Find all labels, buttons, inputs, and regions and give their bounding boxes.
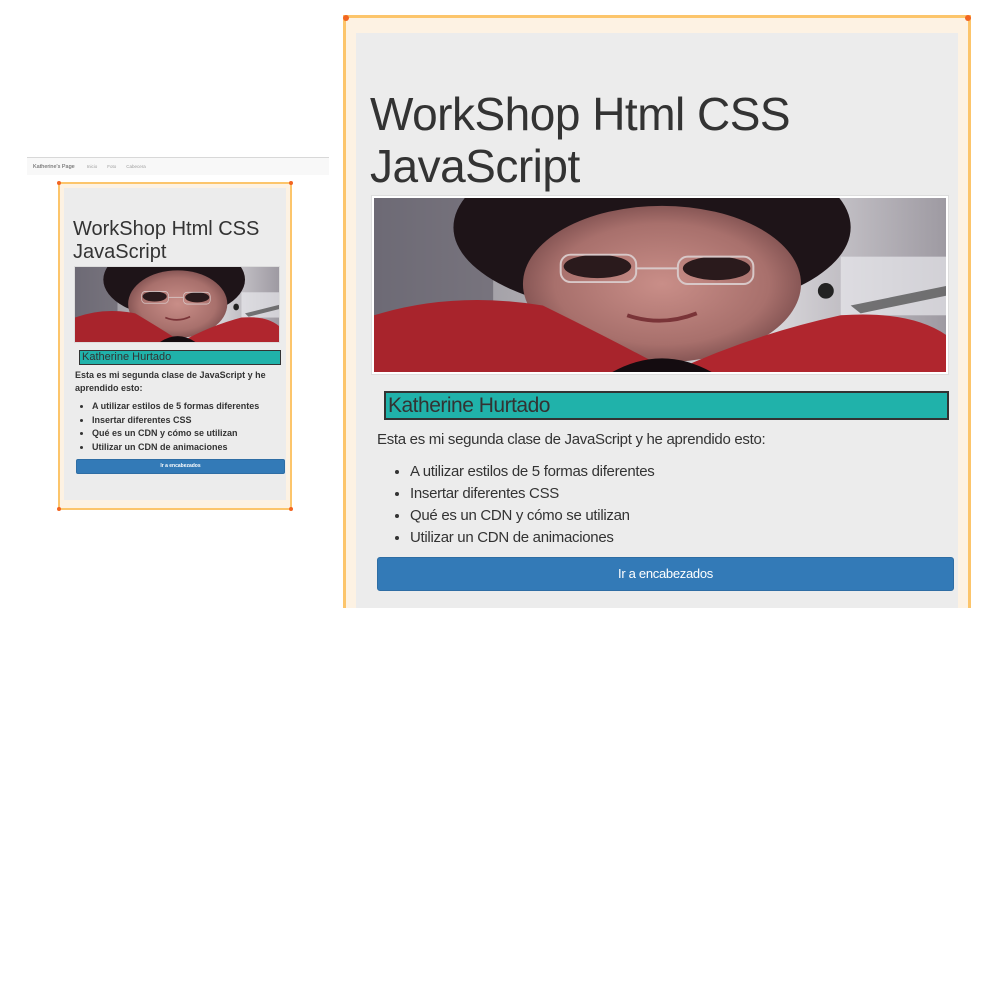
page-title: WorkShop Html CSS JavaScript (370, 88, 890, 192)
list-item: A utilizar estilos de 5 formas diferente… (92, 400, 259, 414)
navbar-brand[interactable]: Katherine's Page (33, 164, 75, 170)
page-title-line1: WorkShop Html CSS (73, 218, 260, 240)
list-item: Insertar diferentes CSS (92, 414, 259, 428)
corner-handle[interactable] (57, 507, 61, 511)
name-heading: Katherine Hurtado (79, 350, 281, 365)
preview-card: WorkShop Html CSS JavaScript Katherine Hu… (57, 181, 293, 511)
portrait-image (75, 267, 279, 342)
navbar: Katherine's Page Inicio Foto Cabecera (27, 157, 329, 175)
zoomed-view: WorkShop Html CSS JavaScript Katherine H… (343, 15, 971, 608)
learned-list: A utilizar estilos de 5 formas diferente… (75, 400, 259, 454)
name-heading: Katherine Hurtado (384, 391, 949, 420)
go-to-headers-button[interactable]: Ir a encabezados (377, 557, 954, 591)
corner-handle[interactable] (289, 507, 293, 511)
nav-link-inicio[interactable]: Inicio (87, 164, 98, 169)
nav-link-cabecera[interactable]: Cabecera (126, 164, 146, 169)
page-title-line2: JavaScript (73, 241, 167, 263)
portrait-image (374, 198, 946, 372)
learned-list: A utilizar estilos de 5 formas diferente… (377, 461, 655, 549)
list-item: Utilizar un CDN de animaciones (92, 441, 259, 455)
list-item: Insertar diferentes CSS (410, 483, 655, 505)
page-title-line1: WorkShop Html CSS (370, 88, 791, 140)
profile-photo (372, 196, 948, 374)
corner-handle[interactable] (343, 15, 349, 21)
nav-link-foto[interactable]: Foto (107, 164, 116, 169)
profile-photo (74, 266, 280, 343)
intro-text: Esta es mi segunda clase de JavaScript y… (377, 431, 766, 448)
corner-handle[interactable] (57, 181, 61, 185)
list-item: Qué es un CDN y cómo se utilizan (92, 427, 259, 441)
go-to-headers-button[interactable]: Ir a encabezados (76, 459, 285, 474)
zoomed-card: WorkShop Html CSS JavaScript Katherine H… (343, 15, 971, 608)
jumbotron: WorkShop Html CSS JavaScript Katherine Hu… (64, 188, 286, 500)
page-title-line2: JavaScript (370, 140, 580, 192)
list-item: Qué es un CDN y cómo se utilizan (410, 505, 655, 527)
corner-handle[interactable] (965, 15, 971, 21)
intro-text: Esta es mi segunda clase de JavaScript y… (75, 370, 266, 393)
list-item: Utilizar un CDN de animaciones (410, 527, 655, 549)
page-title: WorkShop Html CSS JavaScript (73, 218, 283, 264)
list-item: A utilizar estilos de 5 formas diferente… (410, 461, 655, 483)
corner-handle[interactable] (289, 181, 293, 185)
